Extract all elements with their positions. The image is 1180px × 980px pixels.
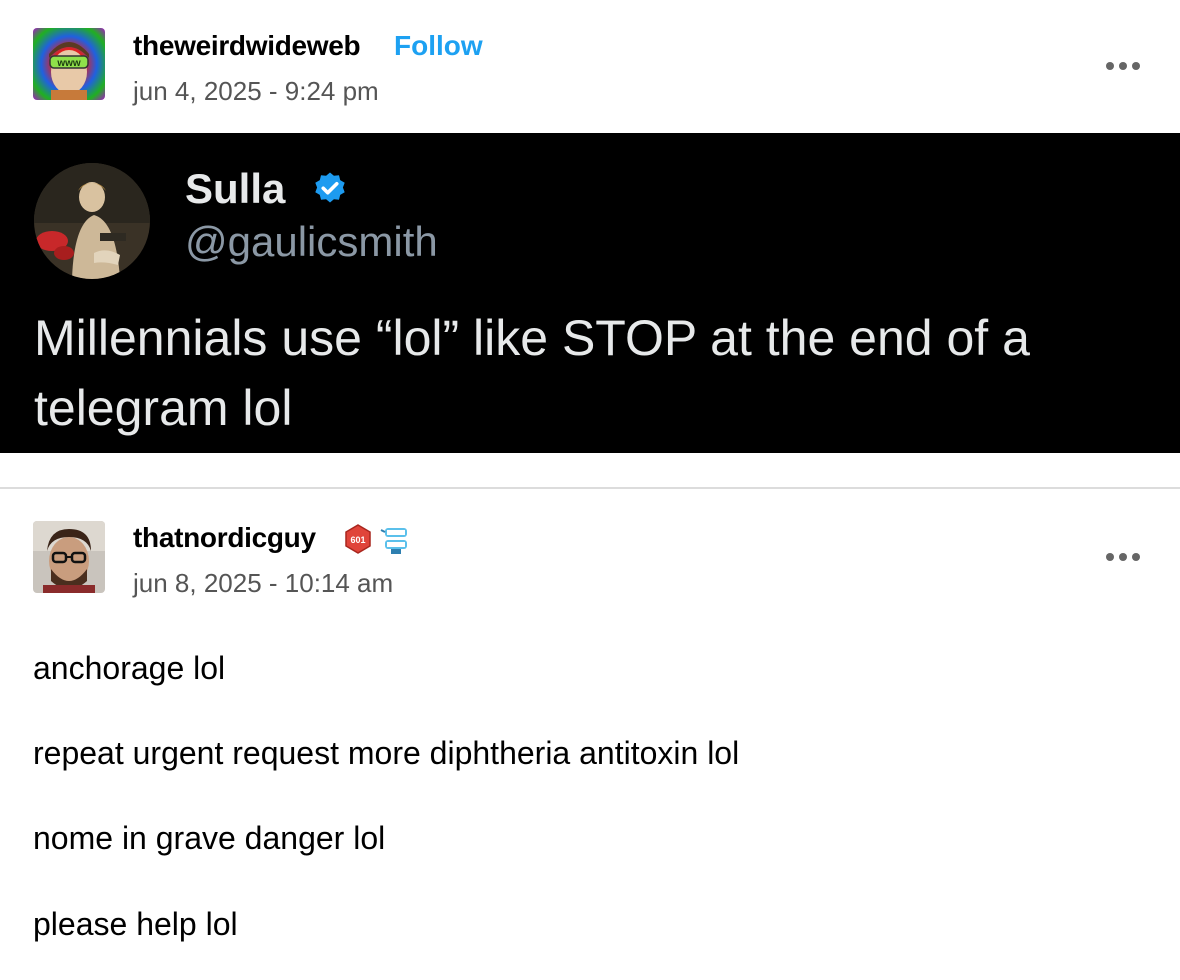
more-options-icon[interactable] <box>1106 62 1140 70</box>
tweet-avatar <box>34 163 150 279</box>
reply-line-1: anchorage lol <box>33 650 226 686</box>
reply-line-2: repeat urgent request more diphtheria an… <box>33 735 740 771</box>
avatar[interactable]: www <box>33 28 105 100</box>
post-username[interactable]: thatnordicguy <box>133 522 316 554</box>
follow-button[interactable]: Follow <box>394 30 483 62</box>
tweet-text: Millennials use “lol” like STOP at the e… <box>34 310 1030 436</box>
verified-badge-icon <box>315 172 345 203</box>
avatar-image: www <box>33 28 105 100</box>
hex-badge-text: 601 <box>350 535 365 545</box>
tweet-screenshot[interactable]: Sulla @gaulicsmith Millennials use “lol”… <box>0 133 1180 453</box>
post-divider <box>0 487 1180 489</box>
post-timestamp[interactable]: jun 4, 2025 - 9:24 pm <box>133 76 379 107</box>
chattering-teeth-badge-icon[interactable] <box>379 522 413 556</box>
post-header-2: thatnordicguy jun 8, 2025 - 10:14 am <box>0 490 1180 598</box>
tweet-author-name: Sulla <box>185 165 286 212</box>
more-options-icon[interactable] <box>1106 553 1140 561</box>
post-username[interactable]: theweirdwideweb <box>133 30 361 62</box>
tweet-handle: @gaulicsmith <box>185 218 438 265</box>
post-header-1: www theweirdwideweb Follow jun 4, 2025 -… <box>0 0 1180 106</box>
avatar[interactable] <box>33 521 105 593</box>
avatar-image <box>33 521 105 593</box>
reply-line-4: please help lol <box>33 906 238 942</box>
post-timestamp[interactable]: jun 8, 2025 - 10:14 am <box>133 568 393 599</box>
avatar-badge-text: www <box>56 58 81 69</box>
reply-line-3: nome in grave danger lol <box>33 820 386 856</box>
hex-badge-icon[interactable]: 601 <box>343 524 373 554</box>
user-badges: 601 <box>343 522 413 556</box>
